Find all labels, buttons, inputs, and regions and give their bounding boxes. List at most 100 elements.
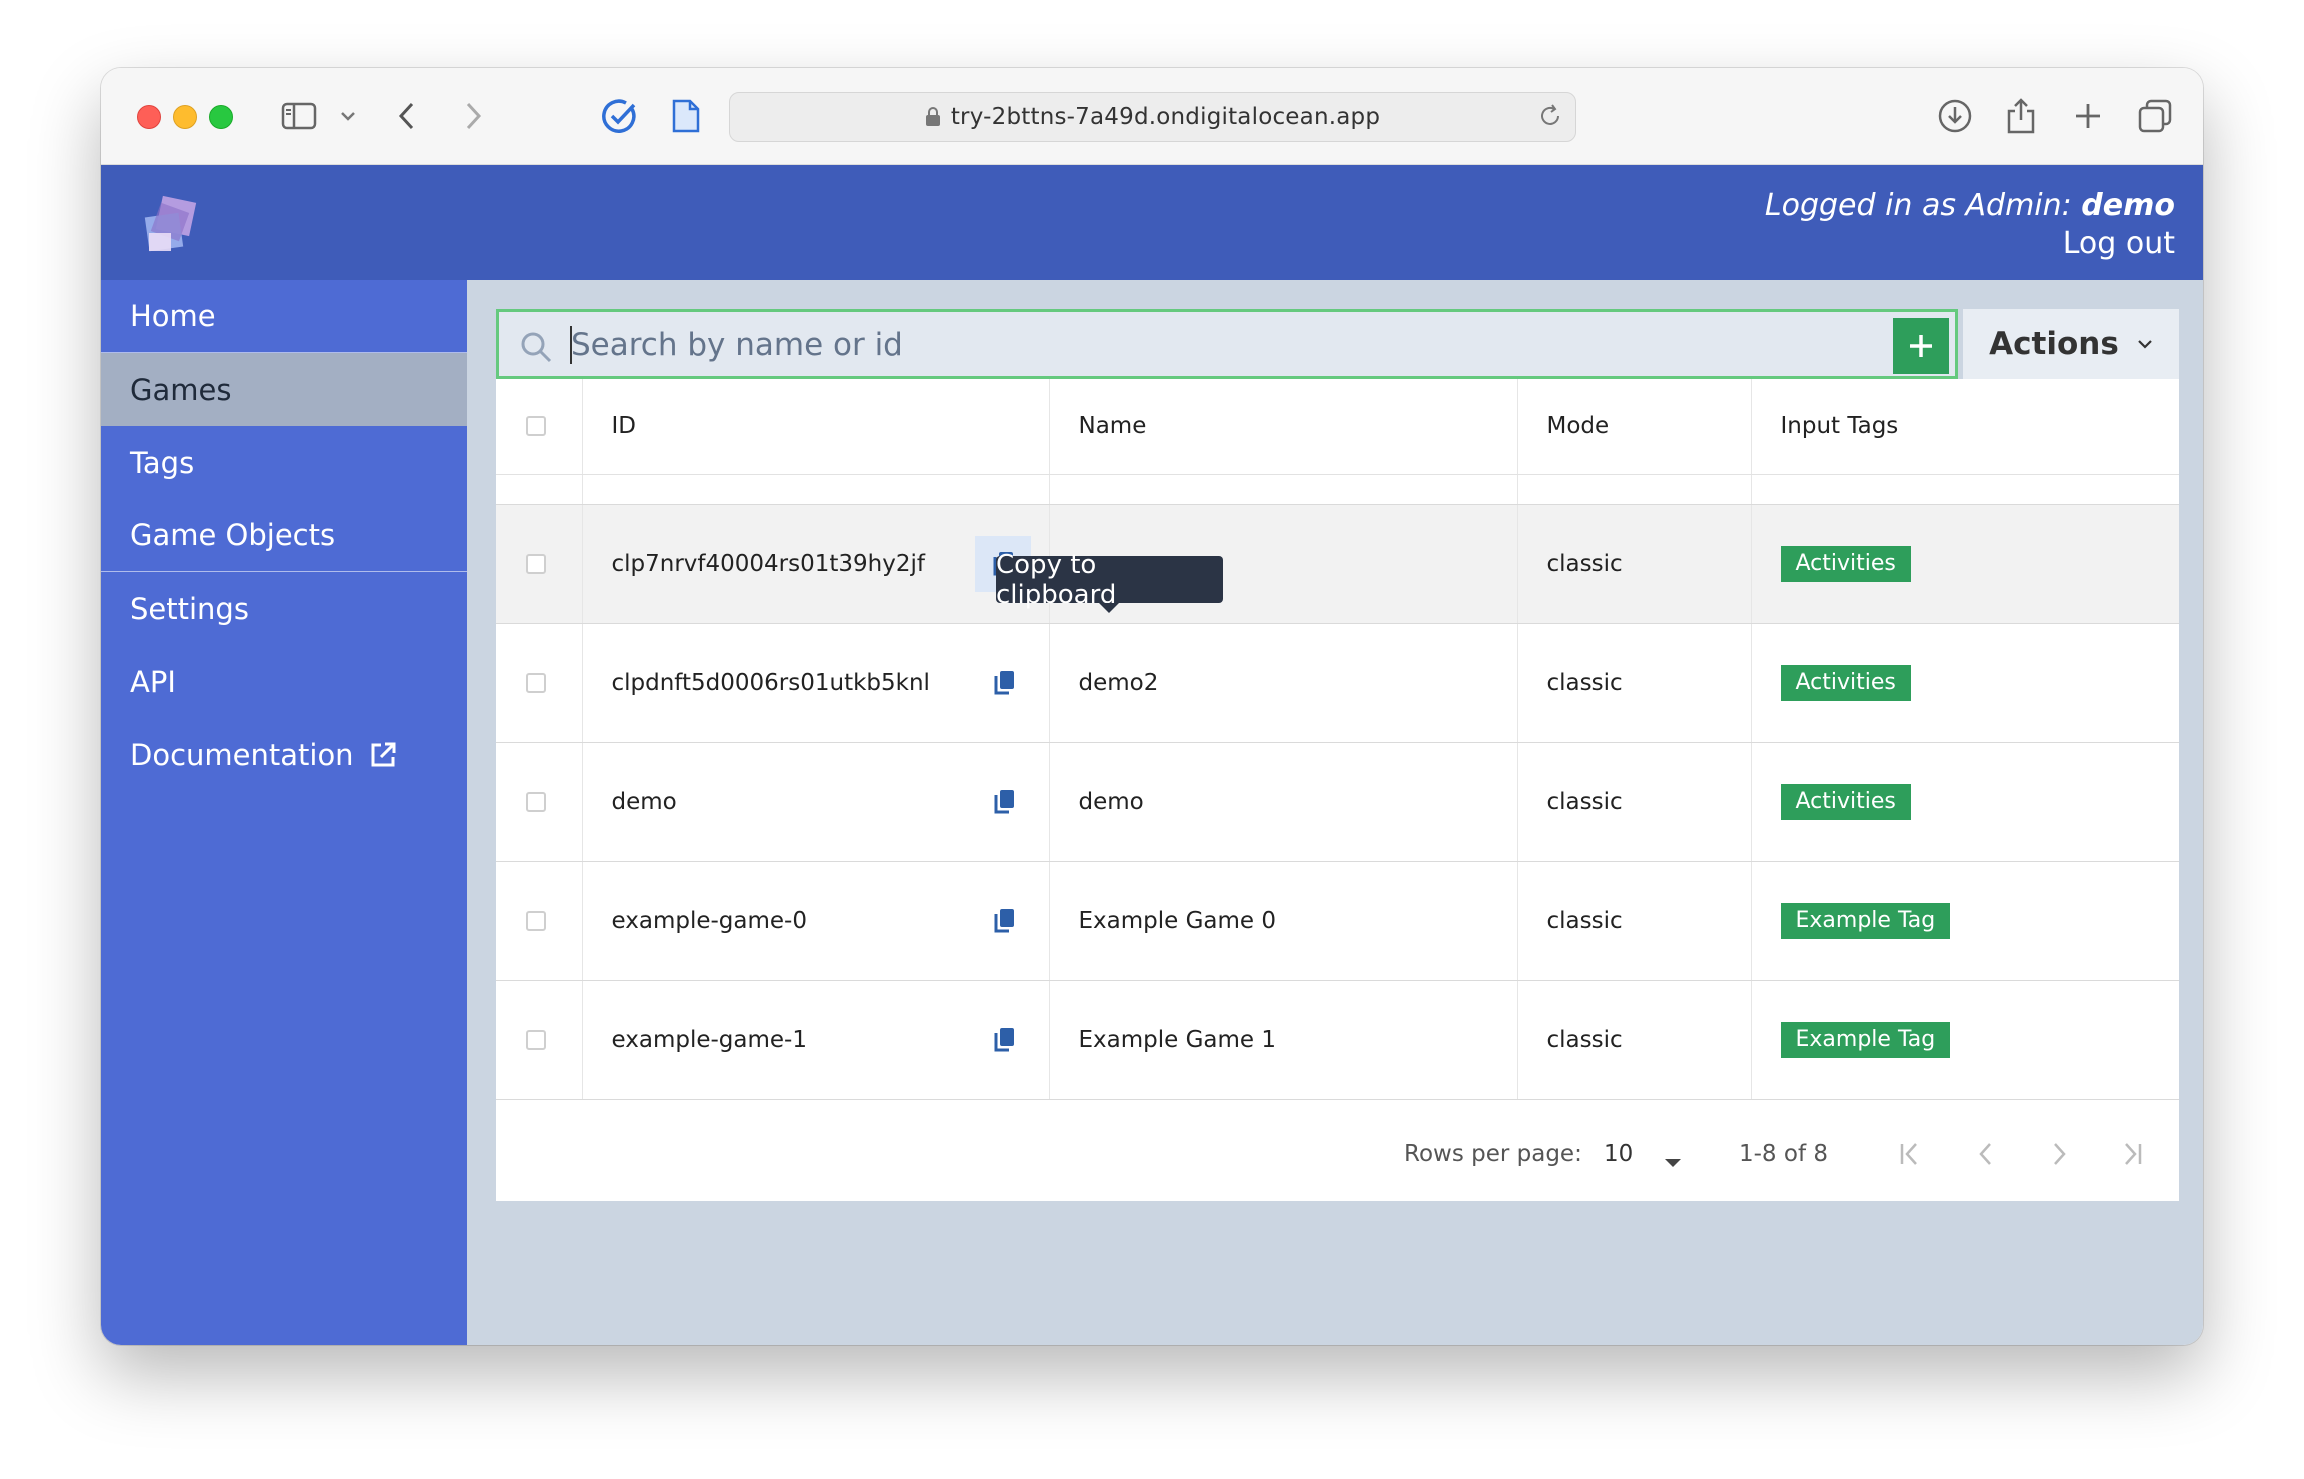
previous-page-icon[interactable] [1971,1139,2001,1175]
share-icon[interactable] [2005,96,2037,136]
sidebar-item-label: API [130,664,176,699]
game-id: demo [611,788,677,815]
first-page-icon[interactable] [1896,1139,1926,1175]
checkmark-extension-icon[interactable] [601,96,639,136]
sidebar-item-label: Tags [130,445,195,480]
text-cursor [570,326,572,364]
page-range: 1-8 of 8 [1739,1141,1828,1167]
minimize-window-button[interactable] [173,105,197,129]
game-id: example-game-0 [611,907,807,934]
sidebar-item-games[interactable]: Games [101,353,467,426]
back-icon[interactable] [397,96,417,136]
copy-tooltip: Copy to clipboard [996,550,1223,613]
sidebar-item-api[interactable]: API [101,645,467,718]
game-mode: classic [1546,550,1623,577]
sidebar-item-label: Documentation [130,737,354,772]
table-row[interactable]: demo demo classic Activities [496,742,2179,862]
column-header-input-tags[interactable]: Input Tags [1750,379,2179,475]
url-text: try-2bttns-7a49d.ondigitalocean.app [950,104,1381,130]
zoom-window-button[interactable] [209,105,233,129]
search-input[interactable] [569,322,1873,368]
sidebar-item-label: Game Objects [130,518,336,552]
new-tab-icon[interactable] [2073,96,2103,136]
close-window-button[interactable] [137,105,161,129]
chevron-down-icon[interactable] [339,96,357,136]
logout-link[interactable]: Log out [1765,225,2175,263]
sidebar-item-game-objects[interactable]: Game Objects [101,499,467,572]
game-name: demo2 [1078,669,1159,696]
search-box [496,309,1958,379]
document-extension-icon[interactable] [671,96,701,136]
game-id: clp7nrvf40004rs01t39hy2jf [611,550,925,577]
sidebar-item-tags[interactable]: Tags [101,426,467,499]
row-checkbox[interactable] [526,910,546,931]
row-checkbox[interactable] [526,791,546,812]
plus-icon [1910,335,1932,357]
game-name: Example Game 0 [1078,907,1277,934]
browser-window: try-2bttns-7a49d.ondigitalocean.app Logg… [101,68,2203,1345]
game-mode: classic [1546,1026,1623,1053]
sidebar-item-documentation[interactable]: Documentation [101,718,467,791]
table-header-row: ID Name Mode Input Tags [496,379,2179,475]
app-logo[interactable] [141,193,201,257]
row-checkbox[interactable] [526,553,546,574]
input-tag-badge[interactable]: Example Tag [1780,902,1951,939]
game-mode: classic [1546,907,1623,934]
search-icon [519,330,553,368]
column-header-name[interactable]: Name [1048,379,1517,475]
sidebar-item-label: Settings [130,591,249,626]
address-bar[interactable]: try-2bttns-7a49d.ondigitalocean.app [729,92,1576,142]
main-content: Actions ID Name Mode Input Tags [467,280,2203,1345]
last-page-icon[interactable] [2116,1139,2146,1175]
filter-row [496,474,2179,505]
input-tag-badge[interactable]: Activities [1780,783,1911,820]
column-header-mode[interactable]: Mode [1516,379,1751,475]
external-link-icon [368,740,398,770]
column-header-id[interactable]: ID [581,379,1049,475]
sidebar-item-label: Games [130,372,232,407]
download-icon[interactable] [1937,96,1973,136]
reload-icon[interactable] [1537,103,1563,135]
game-mode: classic [1546,669,1623,696]
copy-icon[interactable] [987,904,1021,938]
rows-per-page-select[interactable]: 10 [1604,1141,1633,1167]
game-name: Example Game 1 [1078,1026,1277,1053]
sidebar-item-home[interactable]: Home [101,280,467,353]
sidebar: Home Games Tags Game Objects Settings AP… [101,280,467,1345]
input-tag-badge[interactable]: Activities [1780,545,1911,582]
forward-icon[interactable] [463,96,483,136]
game-id: example-game-1 [611,1026,807,1053]
sidebar-item-label: Home [130,299,216,333]
table-row[interactable]: example-game-1 Example Game 1 classic Ex… [496,980,2179,1100]
games-table-card: ID Name Mode Input Tags clp7nrvf40004rs0… [496,379,2179,1201]
table-row[interactable]: clpdnft5d0006rs01utkb5knl demo2 classic … [496,623,2179,743]
caret-down-icon[interactable] [1663,1149,1683,1175]
table-row[interactable]: clp7nrvf40004rs01t39hy2jf newgame classi… [496,504,2179,624]
copy-icon[interactable] [987,666,1021,700]
row-checkbox[interactable] [526,672,546,693]
games-table: ID Name Mode Input Tags clp7nrvf40004rs0… [496,379,2179,1100]
input-tag-badge[interactable]: Activities [1780,664,1911,701]
app-header: Logged in as Admin: demo Log out [101,165,2203,280]
tab-overview-icon[interactable] [2137,96,2173,136]
game-name: demo [1078,788,1144,815]
pagination: Rows per page: 10 1-8 of 8 [496,1109,2179,1199]
copy-icon[interactable] [987,785,1021,819]
add-game-button[interactable] [1893,318,1949,374]
sidebar-item-settings[interactable]: Settings [101,572,467,645]
copy-icon[interactable] [987,1023,1021,1057]
rows-per-page-label: Rows per page: [1404,1141,1582,1167]
browser-toolbar: try-2bttns-7a49d.ondigitalocean.app [101,68,2203,165]
sidebar-toggle-icon[interactable] [281,96,317,136]
login-info: Logged in as Admin: demo Log out [1765,187,2175,263]
chevron-down-icon [2137,339,2153,349]
game-mode: classic [1546,788,1623,815]
select-all-checkbox[interactable] [526,416,546,437]
lock-icon [925,106,941,128]
actions-dropdown[interactable]: Actions [1963,309,2179,379]
table-row[interactable]: example-game-0 Example Game 0 classic Ex… [496,861,2179,981]
select-all-cell [496,379,582,475]
input-tag-badge[interactable]: Example Tag [1780,1021,1951,1058]
row-checkbox[interactable] [526,1029,546,1050]
next-page-icon[interactable] [2044,1139,2074,1175]
